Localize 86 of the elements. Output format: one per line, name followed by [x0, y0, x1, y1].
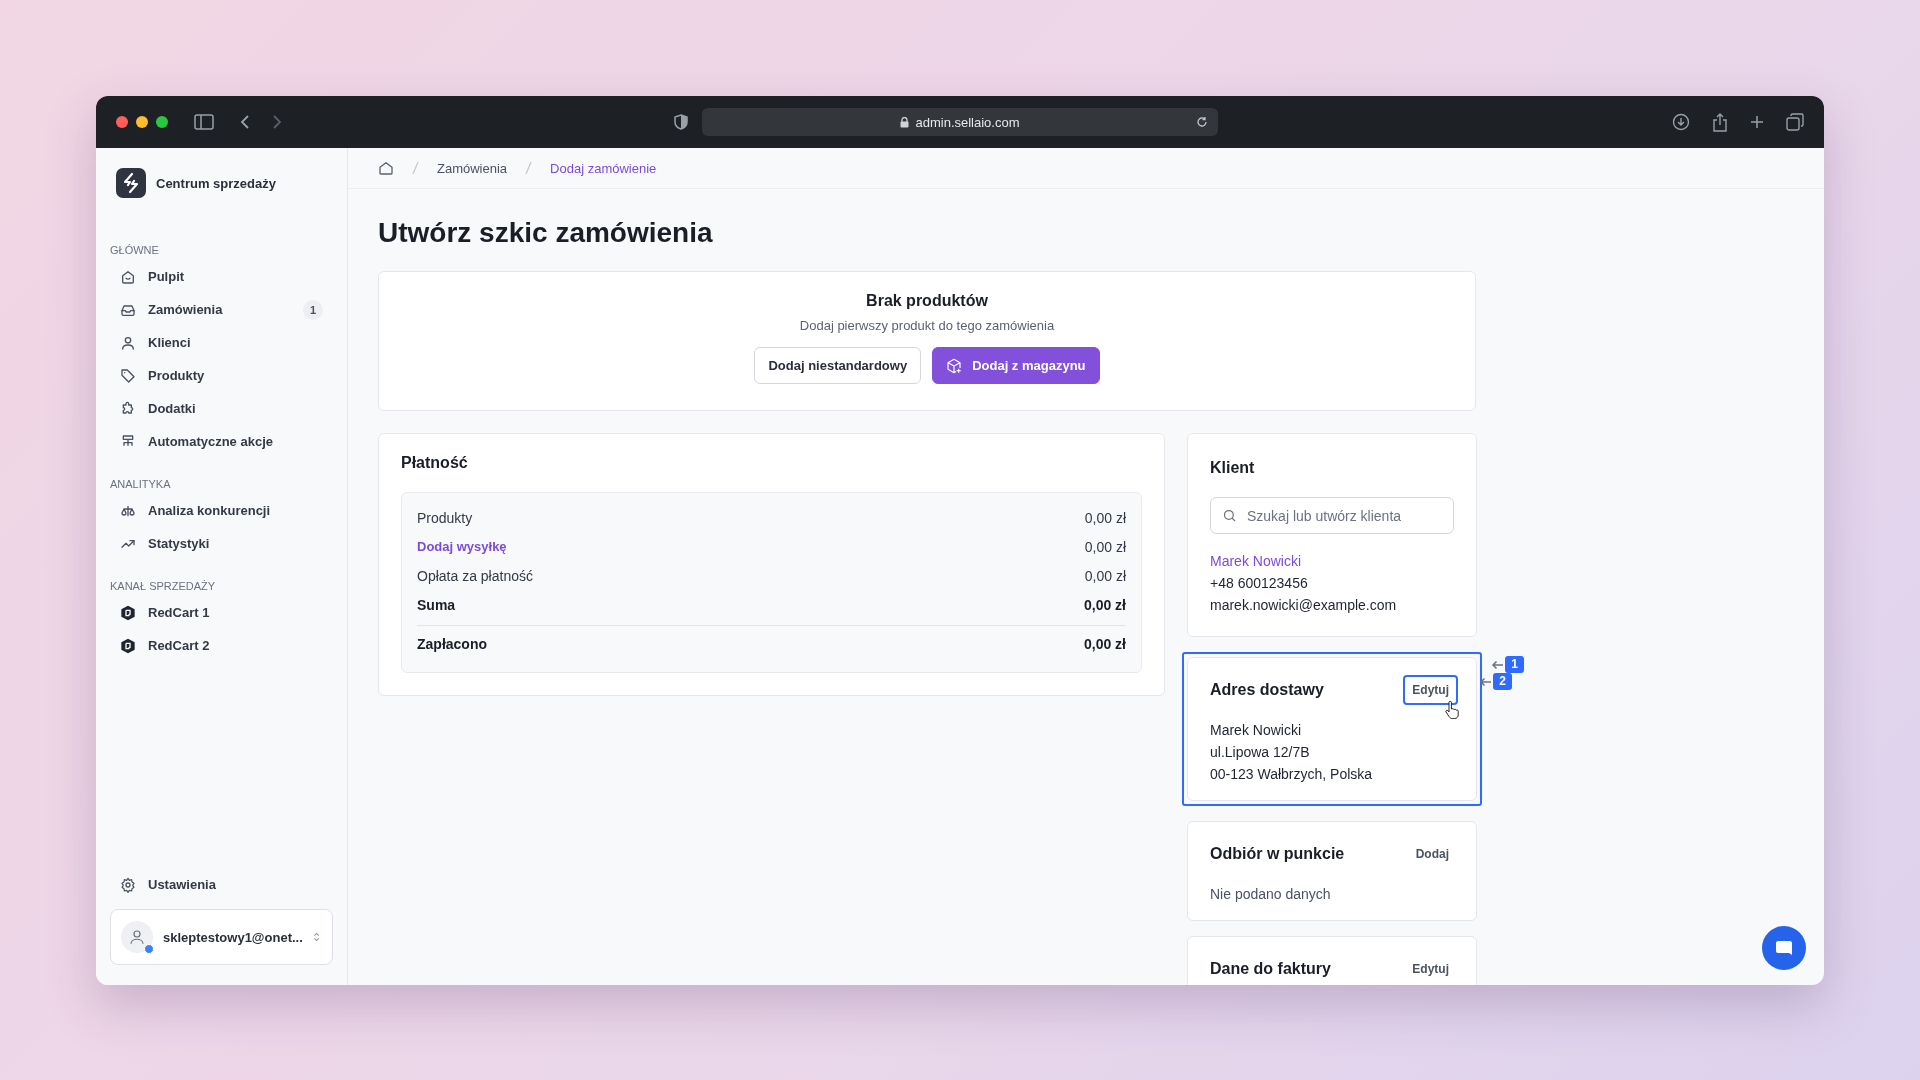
step-marker: 1: [1505, 656, 1524, 673]
maximize-icon[interactable]: [156, 116, 168, 128]
home-icon[interactable]: [378, 160, 394, 176]
summary-label: Zapłacono: [417, 636, 487, 652]
section-heading: GŁÓWNE: [110, 244, 160, 256]
empty-state-text: Dodaj pierwszy produkt do tego zamówienia: [799, 318, 1055, 333]
box-icon: [946, 357, 963, 374]
breadcrumb-link[interactable]: Dodaj zamówienie: [550, 160, 657, 176]
sidebar-item[interactable]: Analiza konkurencji: [110, 494, 333, 527]
nav-icon: [120, 367, 136, 384]
empty-state-title: Brak produktów: [866, 292, 988, 310]
sidebar-item[interactable]: RedCart 2: [110, 629, 333, 662]
card-text-line: 00-123 Wałbrzych, Polska: [1210, 765, 1374, 784]
summary-amount: 0,00 zł: [1084, 509, 1126, 526]
sidebar-item[interactable]: Statystyki: [110, 527, 333, 560]
summary-label: Produkty: [417, 509, 473, 526]
section-heading: ANALITYKA: [110, 478, 172, 490]
summary-amount: 0,00 zł: [1084, 538, 1126, 555]
brand-name: Centrum sprzedaży: [156, 175, 276, 191]
add-shipping-link[interactable]: Dodaj wysyłkę: [417, 539, 507, 554]
page-title: Utwórz szkic zamówienia: [378, 217, 714, 249]
add-from-stock-button[interactable]: Dodaj z magazynu: [932, 347, 1100, 384]
search-icon: [1222, 508, 1237, 523]
user-icon: [128, 928, 146, 946]
account-switcher[interactable]: skleptestowy1@onet...: [110, 909, 333, 965]
chat-icon: [1775, 939, 1793, 957]
client-name-link[interactable]: Marek Nowicki: [1210, 550, 1454, 572]
nav-icon: [120, 334, 136, 351]
lock-icon: [900, 116, 910, 128]
sidebar-item[interactable]: Dodatki: [110, 392, 333, 425]
forward-icon[interactable]: [272, 114, 282, 130]
shield-icon[interactable]: [674, 114, 688, 130]
sidebar-toggle-icon[interactable]: [194, 114, 214, 130]
add-custom-button[interactable]: Dodaj niestandardowy: [754, 347, 922, 384]
summary-amount: 0,00 zł: [1083, 596, 1126, 613]
close-icon[interactable]: [116, 116, 128, 128]
cursor-icon: [1445, 701, 1459, 719]
card-title: Odbiór w punkcie: [1210, 845, 1345, 863]
sidebar-item[interactable]: Klienci: [110, 326, 333, 359]
section-heading: KANAŁ SPRZEDAŻY: [110, 580, 217, 592]
chat-button[interactable]: [1762, 926, 1806, 970]
step-marker: 2: [1493, 673, 1512, 690]
back-icon[interactable]: [240, 114, 250, 130]
account-email: skleptestowy1@onet...: [163, 929, 303, 945]
sidebar-item[interactable]: Produkty: [110, 359, 333, 392]
new-tab-icon[interactable]: [1750, 115, 1764, 129]
arrow-icon: [1479, 676, 1493, 687]
card-title: Dane do faktury: [1210, 960, 1331, 978]
summary-amount: 0,00 zł: [1083, 636, 1126, 652]
summary-label: Suma: [417, 596, 456, 613]
card-text-line: Nie podano danych: [1210, 885, 1332, 904]
store-icon: [120, 604, 136, 621]
tabs-overview-icon[interactable]: [1786, 113, 1804, 131]
client-search-field[interactable]: Szukaj lub utwórz klienta: [1210, 497, 1454, 534]
settings-item[interactable]: Ustawienia: [110, 868, 333, 901]
client-phone: +48 600123456: [1210, 574, 1309, 593]
download-icon[interactable]: [1672, 113, 1690, 131]
sidebar-item[interactable]: RedCart 1: [110, 596, 333, 629]
arrow-icon: [1491, 659, 1505, 670]
breadcrumb-separator: [525, 161, 533, 175]
sidebar-item[interactable]: Automatyczne akcje: [110, 425, 333, 458]
summary-label: Opłata za płatność: [417, 567, 533, 584]
sidebar-item[interactable]: Zamówienia 1: [110, 293, 333, 326]
address-bar[interactable]: admin.sellaio.com: [702, 108, 1218, 136]
card-action-button[interactable]: Edytuj: [1403, 954, 1458, 984]
card-title: Płatność: [401, 454, 469, 472]
card-action-button[interactable]: Dodaj: [1406, 839, 1458, 869]
card-title: Adres dostawy: [1210, 681, 1324, 699]
reload-icon[interactable]: [1196, 116, 1208, 128]
breadcrumb-separator: [412, 161, 419, 175]
nav-icon: [120, 400, 136, 417]
count-badge: 1: [303, 299, 323, 320]
store-icon: [120, 637, 136, 654]
sidebar-item[interactable]: Pulpit: [110, 260, 333, 293]
share-icon[interactable]: [1712, 112, 1728, 132]
card-title: Klient: [1210, 459, 1256, 477]
minimize-icon[interactable]: [136, 116, 148, 128]
breadcrumb-link[interactable]: Zamówienia: [437, 160, 508, 176]
card-text-line: Marek Nowicki: [1210, 721, 1302, 740]
client-email: marek.nowicki@example.com: [1210, 596, 1398, 615]
summary-amount: 0,00 zł: [1084, 567, 1126, 584]
nav-icon: [120, 268, 136, 285]
card-action-button[interactable]: Edytuj: [1403, 675, 1458, 705]
card-text-line: ul.Lipowa 12/7B: [1210, 743, 1311, 762]
logo-icon: [116, 168, 146, 198]
settings-icon: [120, 876, 136, 893]
